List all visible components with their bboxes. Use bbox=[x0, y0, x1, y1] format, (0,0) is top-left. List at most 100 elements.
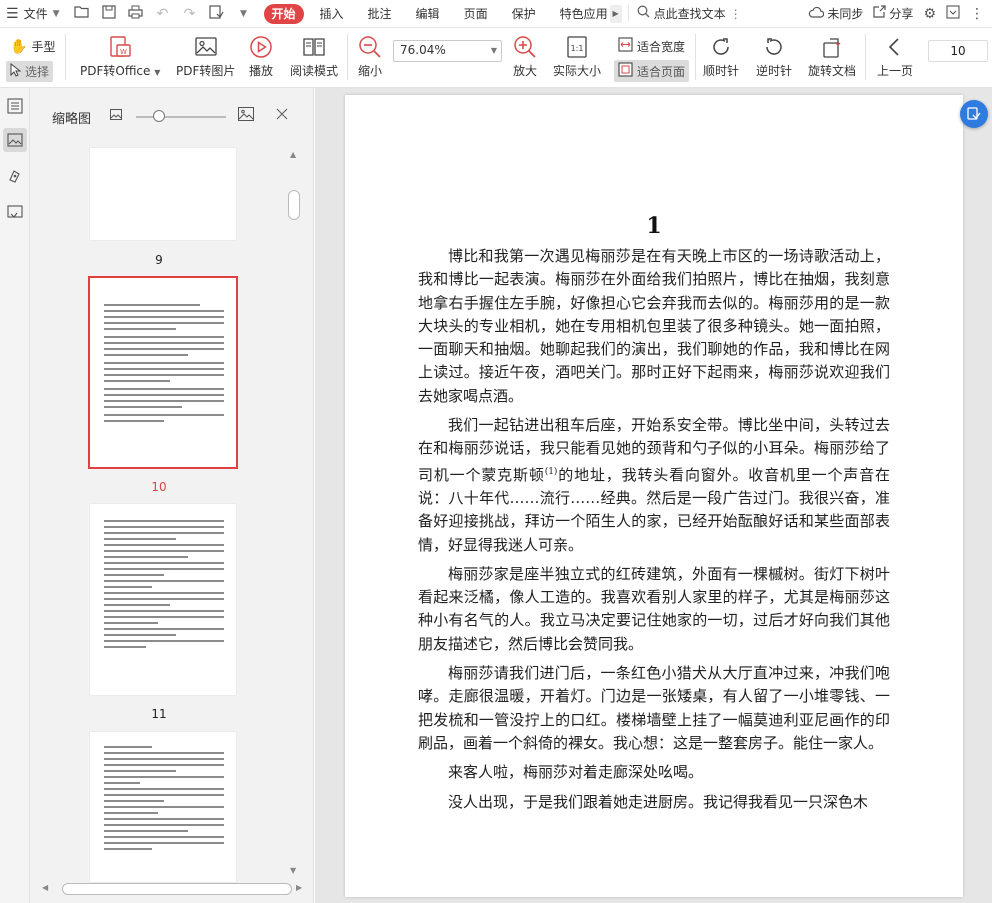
play-button[interactable]: 播放 bbox=[248, 34, 274, 79]
close-icon[interactable] bbox=[276, 108, 288, 123]
hand-tool-button[interactable]: ✋ 手型 bbox=[6, 36, 59, 57]
open-folder-icon[interactable] bbox=[74, 5, 90, 22]
thumbnail-size-slider-track[interactable] bbox=[136, 116, 226, 118]
share-button[interactable]: 分享 bbox=[873, 5, 913, 22]
zoom-in-button[interactable]: 放大 bbox=[512, 34, 538, 79]
search-icon bbox=[637, 5, 650, 22]
pdf-to-image-label: PDF转图片 bbox=[176, 64, 236, 78]
thumbnail-page-10[interactable] bbox=[88, 276, 238, 469]
tab-annotate[interactable]: 批注 bbox=[356, 0, 404, 28]
kebab-menu-icon[interactable]: ⋮ bbox=[730, 7, 742, 21]
zoom-out-label: 缩小 bbox=[357, 64, 382, 78]
tabs-more-button[interactable]: ▶ bbox=[609, 4, 622, 23]
ribbon-toolbar: ✋ 手型 选择 W PDF转Office ▼ PDF转图片 播放 阅读模式 缩小… bbox=[0, 28, 992, 88]
page-number-input[interactable]: 10 bbox=[928, 40, 988, 62]
fit-width-button[interactable]: 适合宽度 bbox=[614, 35, 689, 57]
thumbnail-text-preview bbox=[104, 304, 224, 426]
zoom-out-button[interactable]: 缩小 bbox=[357, 34, 383, 79]
pdf-to-office-button[interactable]: W PDF转Office ▼ bbox=[80, 34, 160, 79]
pdf-to-office-label: PDF转Office ▼ bbox=[80, 64, 161, 78]
redo-icon[interactable]: ↷ bbox=[182, 6, 198, 22]
read-mode-button[interactable]: 阅读模式 bbox=[290, 34, 338, 79]
floating-convert-button[interactable] bbox=[960, 100, 988, 128]
thumbnail-page-12[interactable] bbox=[90, 732, 236, 882]
pdf-to-office-icon: W bbox=[107, 34, 133, 60]
pdf-to-image-button[interactable]: PDF转图片 bbox=[176, 34, 235, 79]
cursor-arrow-icon bbox=[10, 62, 22, 80]
fit-page-button[interactable]: 适合页面 bbox=[614, 60, 690, 82]
convert-icon[interactable] bbox=[209, 4, 225, 23]
previous-page-button[interactable]: 上一页 bbox=[877, 34, 913, 79]
scroll-left-arrow-icon[interactable]: ◀ bbox=[42, 883, 48, 892]
thumbnail-horizontal-scrollbar[interactable]: ◀ ▶ bbox=[40, 882, 305, 896]
thumbnails-panel-button[interactable] bbox=[3, 128, 27, 152]
rotate-document-button[interactable]: 旋转文档 bbox=[808, 34, 856, 79]
thumbnail-size-slider-handle[interactable] bbox=[153, 110, 165, 122]
thumbnail-vertical-scrollbar[interactable]: ▲ ▼ bbox=[288, 150, 300, 880]
large-image-icon[interactable] bbox=[238, 107, 254, 124]
thumbnail-panel-title: 缩略图 bbox=[52, 112, 92, 127]
document-viewport[interactable]: 1 博比和我第一次遇见梅丽莎是在有天晚上市区的一场诗歌活动上，我和博比一起表演。… bbox=[315, 88, 992, 903]
thumbnail-text-preview bbox=[104, 520, 224, 652]
select-tool-button[interactable]: 选择 bbox=[6, 61, 54, 82]
annotations-panel-button[interactable] bbox=[3, 164, 27, 188]
settings-gear-icon[interactable]: ⚙ bbox=[923, 6, 936, 22]
print-icon[interactable] bbox=[128, 5, 144, 23]
file-menu[interactable]: ☰ 文件 ▼ bbox=[0, 0, 66, 28]
chapter-number: 1 bbox=[646, 213, 662, 239]
tab-features[interactable]: 特色应用 bbox=[548, 0, 610, 28]
hamburger-icon: ☰ bbox=[6, 5, 19, 22]
find-text-search[interactable]: 点此查找文本 ⋮ bbox=[627, 5, 750, 22]
thumbnail-page-9[interactable] bbox=[90, 148, 236, 240]
tab-start[interactable]: 开始 bbox=[263, 3, 304, 24]
undo-icon[interactable]: ↶ bbox=[155, 6, 171, 22]
search-panel-button[interactable] bbox=[3, 200, 27, 224]
document-search-icon bbox=[7, 205, 23, 218]
scroll-down-arrow-icon[interactable]: ▼ bbox=[290, 866, 296, 875]
rotate-counterclockwise-button[interactable]: 逆时针 bbox=[756, 34, 792, 79]
zoom-in-label: 放大 bbox=[512, 64, 537, 78]
zoom-in-icon bbox=[512, 34, 538, 60]
paragraph: 我们一起钻进出租车后座，开始系安全带。博比坐中间，头转过去在和梅丽莎说话，我只能… bbox=[418, 414, 890, 557]
zoom-level-select[interactable]: 76.04% ▼ bbox=[393, 40, 502, 62]
bookmarks-panel-button[interactable] bbox=[3, 94, 27, 118]
rotate-document-label: 旋转文档 bbox=[808, 64, 857, 78]
thumbnail-panel: 缩略图 9 10 11 ▲ ▼ ◀ ▶ bbox=[30, 88, 314, 903]
hand-tool-label: 手型 bbox=[31, 40, 56, 54]
book-icon bbox=[301, 34, 327, 60]
more-options-icon[interactable]: ⋮ bbox=[970, 6, 984, 22]
rotate-clockwise-button[interactable]: 顺时针 bbox=[703, 34, 739, 79]
paragraph: 梅丽莎请我们进门后，一条红色小猎犬从大厅直冲过来，冲我们咆哮。走廊很温暖，开着灯… bbox=[418, 664, 890, 752]
rotate-counterclockwise-label: 逆时针 bbox=[756, 64, 793, 78]
sync-status[interactable]: 未同步 bbox=[808, 5, 863, 22]
minimize-ribbon-icon[interactable] bbox=[946, 4, 960, 23]
more-chevron-icon[interactable]: ▼ bbox=[236, 9, 252, 19]
save-icon[interactable] bbox=[101, 4, 117, 23]
quick-access-toolbar: ↶ ↷ ▼ bbox=[66, 4, 260, 23]
toolbar-separator bbox=[347, 34, 348, 80]
scroll-right-arrow-icon[interactable]: ▶ bbox=[296, 883, 302, 892]
footnote-reference[interactable]: (1) bbox=[545, 467, 558, 477]
tab-protect[interactable]: 保护 bbox=[500, 0, 548, 28]
scroll-up-arrow-icon[interactable]: ▲ bbox=[290, 150, 296, 159]
thumbnail-text-preview bbox=[104, 746, 224, 854]
sync-label: 未同步 bbox=[827, 7, 864, 21]
thumbnail-page-11[interactable] bbox=[90, 504, 236, 695]
actual-size-button[interactable]: 1:1 实际大小 bbox=[553, 34, 601, 79]
chevron-down-icon: ▼ bbox=[52, 8, 60, 19]
stamp-icon bbox=[9, 170, 20, 183]
share-label: 分享 bbox=[889, 7, 914, 21]
rotate-clockwise-icon bbox=[708, 34, 734, 60]
toolbar-separator bbox=[65, 34, 66, 80]
tab-edit[interactable]: 编辑 bbox=[404, 0, 452, 28]
tab-insert[interactable]: 插入 bbox=[308, 0, 356, 28]
thumbnail-image-icon bbox=[7, 133, 23, 147]
paragraph: 来客人啦，梅丽莎对着走廊深处吆喝。 bbox=[448, 763, 704, 782]
vertical-scroll-thumb[interactable] bbox=[288, 190, 300, 220]
fit-page-icon bbox=[618, 62, 633, 80]
tab-page[interactable]: 页面 bbox=[452, 0, 500, 28]
search-placeholder: 点此查找文本 bbox=[653, 7, 726, 21]
horizontal-scroll-thumb[interactable] bbox=[62, 883, 292, 895]
thumbnail-label-9: 9 bbox=[155, 253, 163, 267]
small-image-icon[interactable] bbox=[110, 109, 122, 123]
